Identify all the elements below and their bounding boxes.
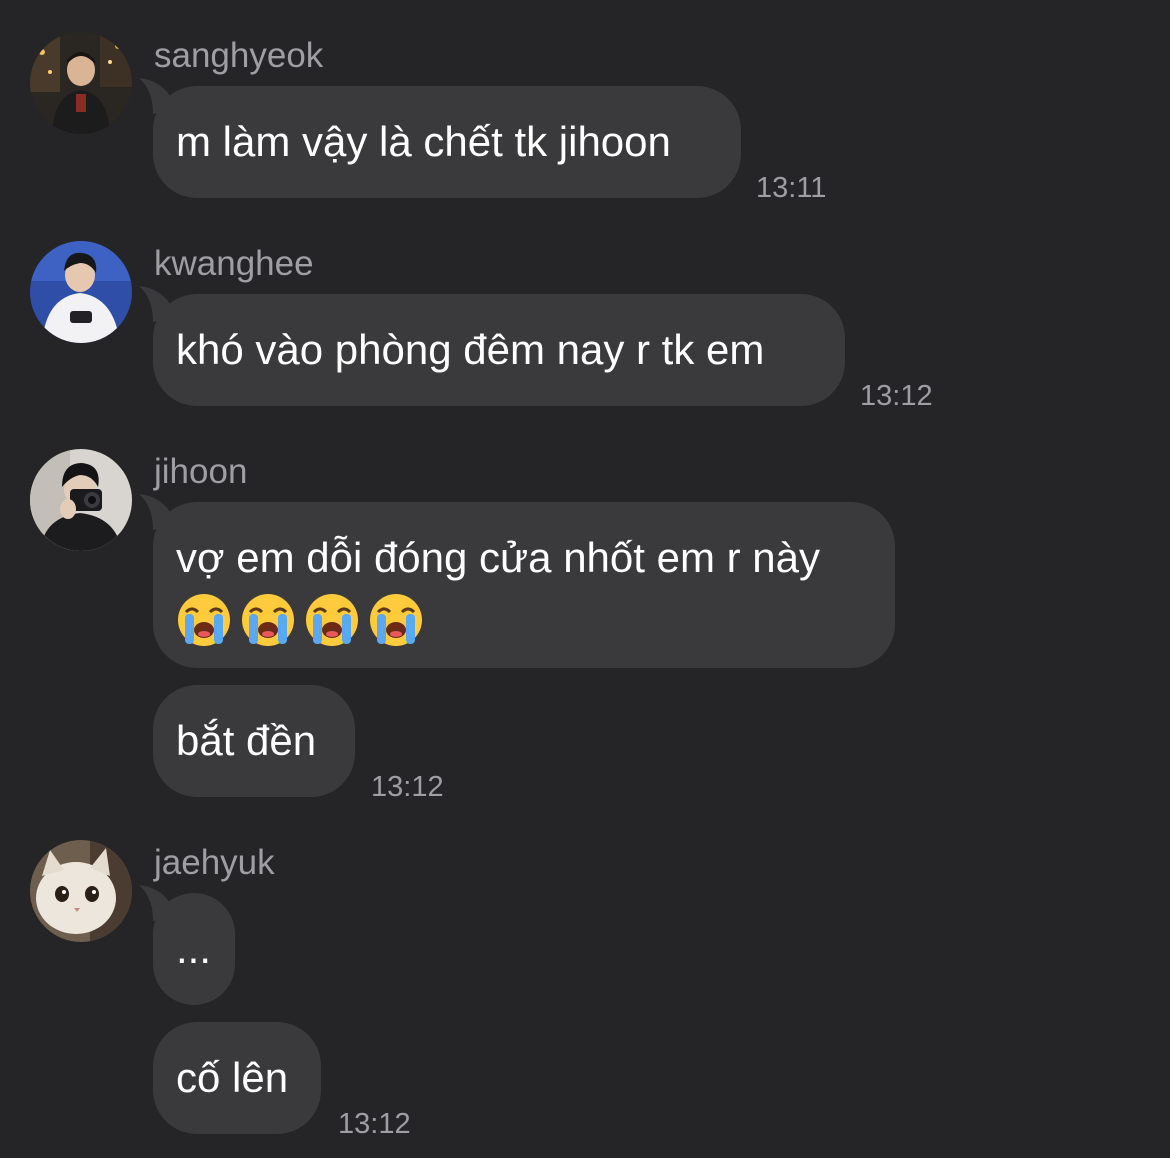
message-text: cố lên — [176, 1054, 289, 1101]
sender-name: kwanghee — [154, 244, 314, 283]
message-bubble[interactable]: m làm vậy là chết tk jihoon — [139, 78, 741, 198]
message-text: khó vào phòng đêm nay r tk em — [176, 326, 765, 373]
sender-name: jaehyuk — [154, 843, 275, 882]
message-bubble[interactable]: ... — [139, 885, 235, 1005]
avatar-kwanghee[interactable] — [30, 241, 132, 343]
loudly-crying-face-icon — [176, 592, 232, 648]
message-time: 13:12 — [371, 771, 444, 803]
message-text: bắt đền — [176, 717, 317, 764]
avatar-jaehyuk[interactable] — [30, 840, 132, 942]
message-time: 13:11 — [756, 172, 827, 204]
sender-name: sanghyeok — [154, 36, 324, 75]
message-text: m làm vậy là chết tk jihoon — [176, 118, 671, 165]
loudly-crying-face-icon — [368, 592, 424, 648]
emoji-row — [176, 592, 872, 648]
message-bubble[interactable]: vợ em dỗi đóng cửa nhốt em r này — [139, 494, 895, 668]
message-time: 13:12 — [338, 1108, 411, 1140]
person-white-jacket-avatar-icon — [30, 241, 132, 343]
message-bubble[interactable]: bắt đền — [153, 685, 355, 797]
person-camera-avatar-icon — [30, 449, 132, 551]
message-time: 13:12 — [860, 380, 933, 412]
message-bubble[interactable]: khó vào phòng đêm nay r tk em — [139, 286, 845, 406]
loudly-crying-face-icon — [240, 592, 296, 648]
white-cat-avatar-icon — [30, 840, 132, 942]
message-text: vợ em dỗi đóng cửa nhốt em r này — [176, 534, 820, 581]
message-text: ... — [176, 925, 212, 972]
loudly-crying-face-icon — [304, 592, 360, 648]
sender-name: jihoon — [154, 452, 248, 491]
person-night-city-avatar-icon — [30, 32, 132, 134]
avatar-sanghyeok[interactable] — [30, 32, 132, 134]
avatar-jihoon[interactable] — [30, 449, 132, 551]
message-bubble[interactable]: cố lên — [153, 1022, 321, 1134]
